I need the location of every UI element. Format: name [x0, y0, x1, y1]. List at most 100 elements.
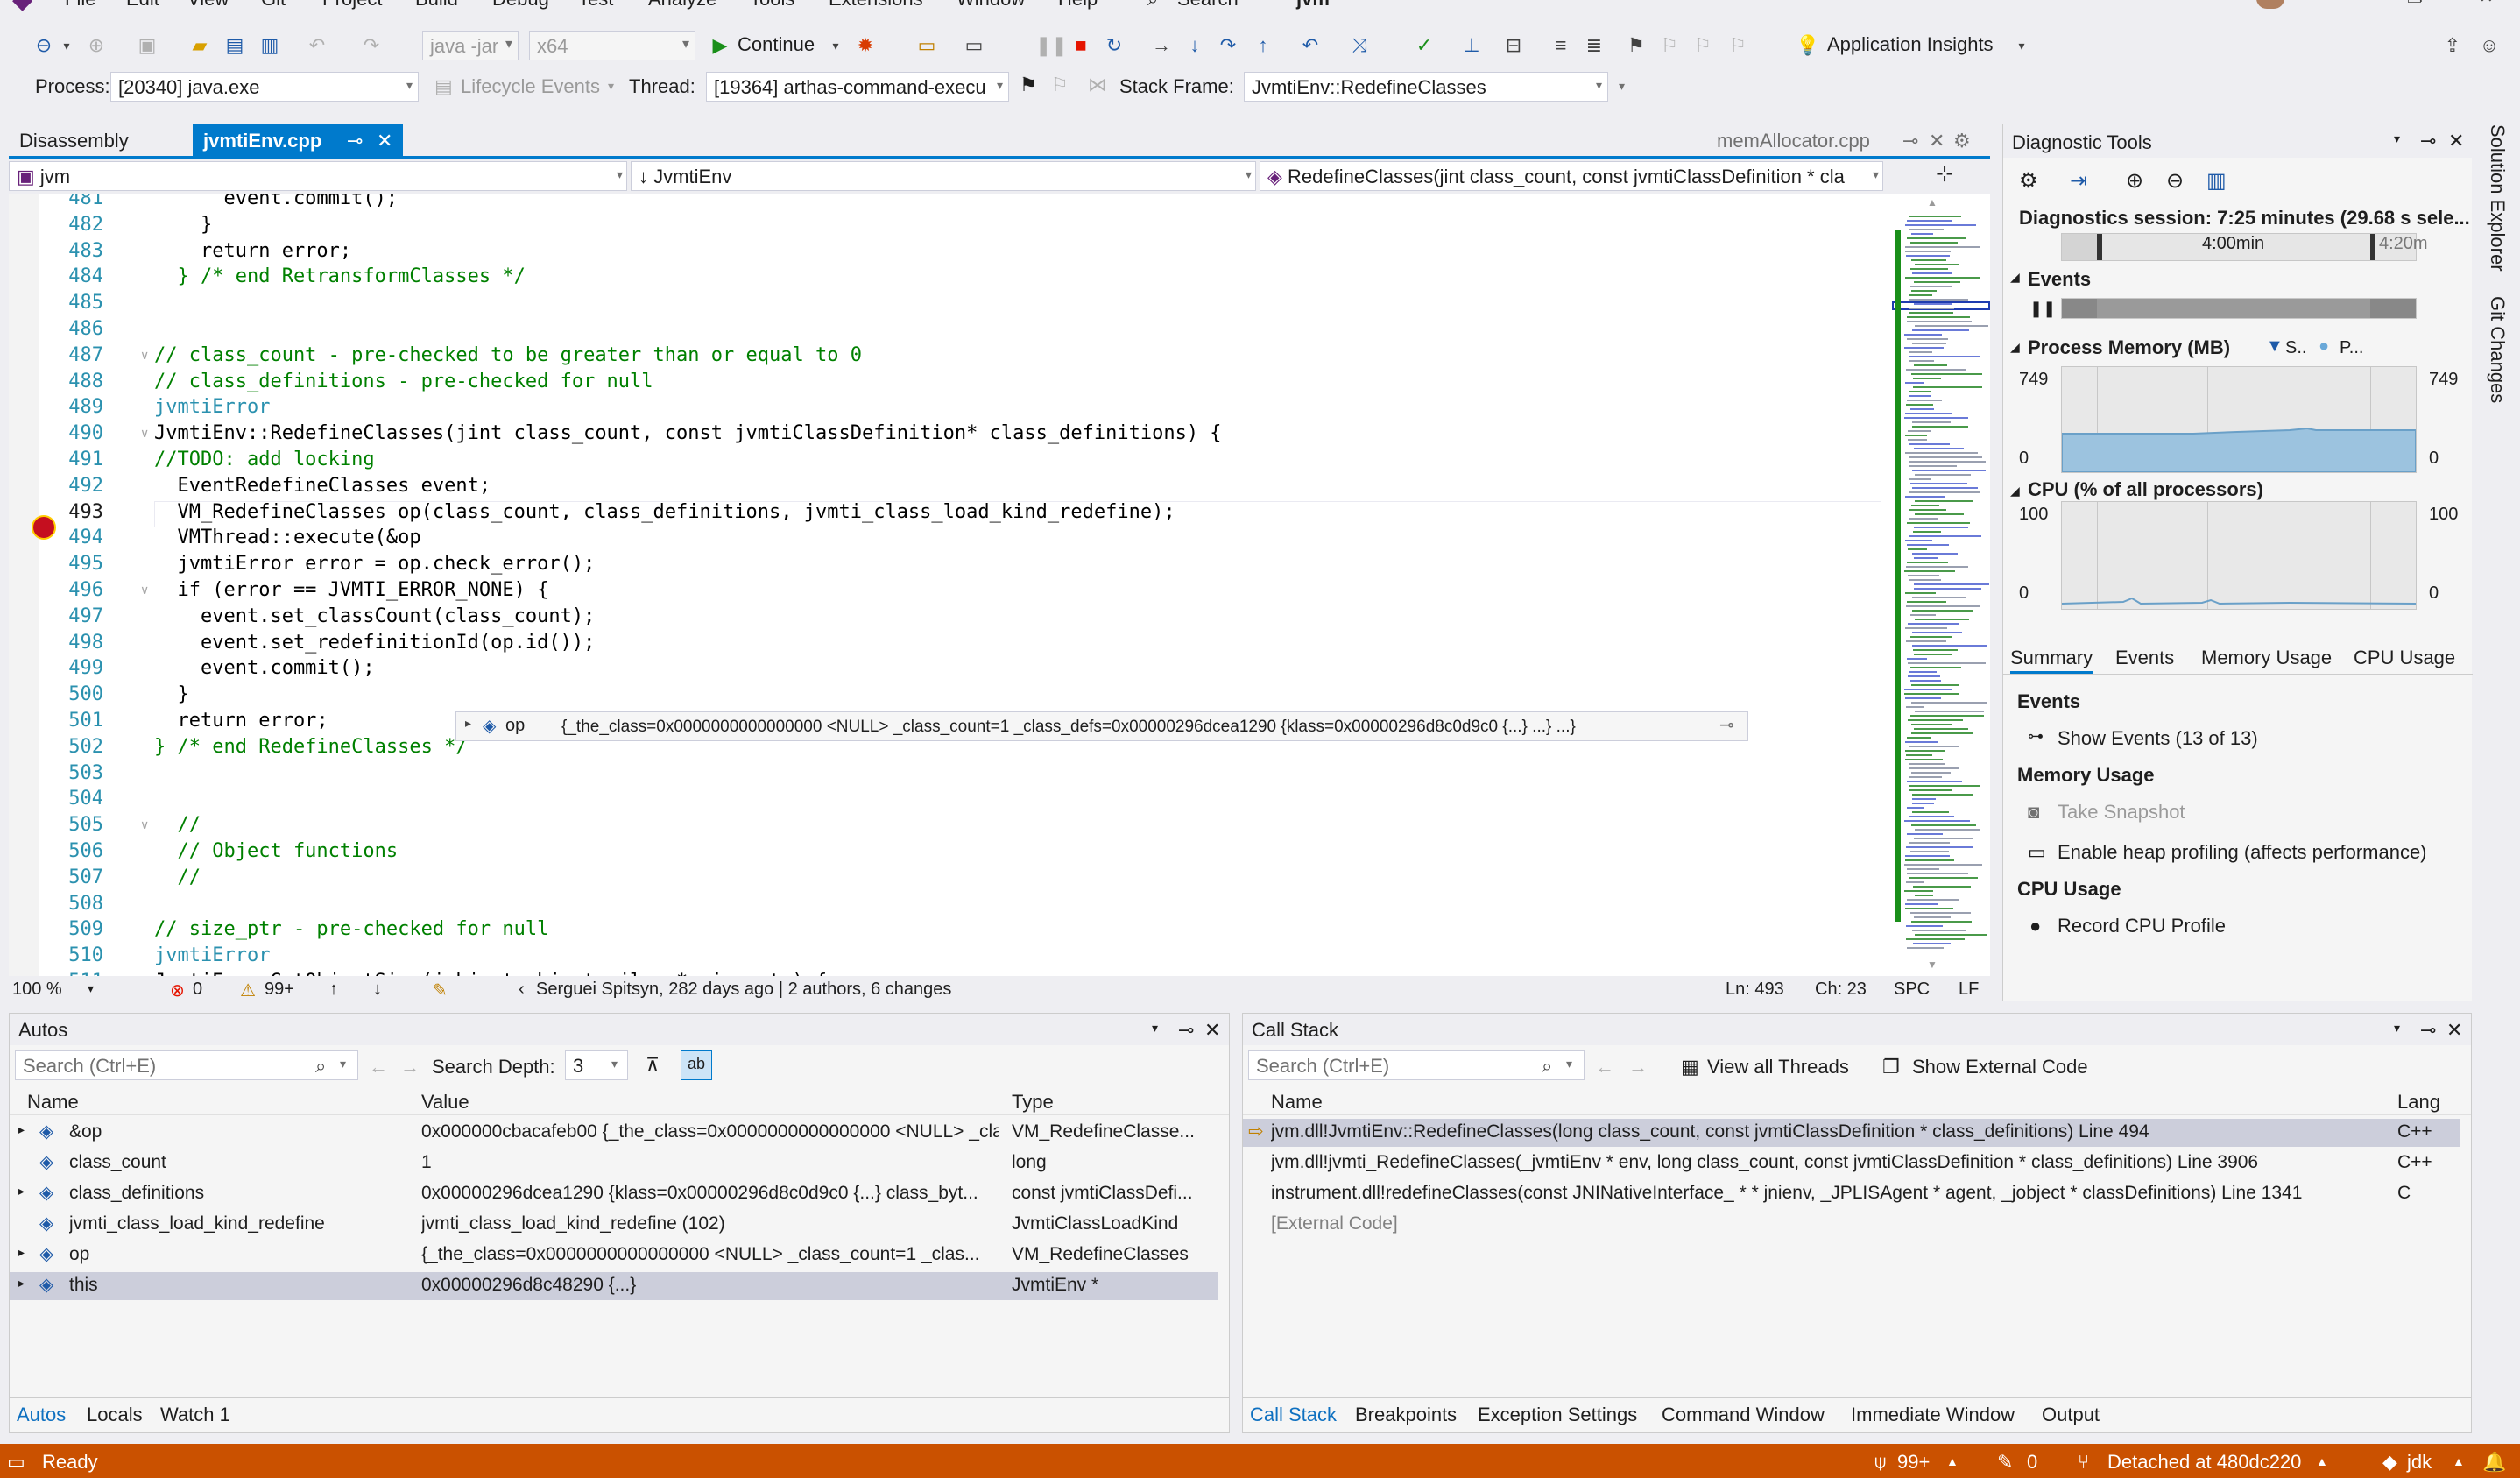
show-events-link[interactable]: Show Events (13 of 13) [2058, 727, 2258, 750]
gear-icon[interactable]: ⚙ [2019, 168, 2038, 194]
tab-output[interactable]: Output [2042, 1404, 2100, 1426]
search-depth-combo[interactable]: 3 ▾ [565, 1050, 628, 1080]
menu-search[interactable]: Search [1177, 0, 1239, 11]
cpu-graph[interactable] [2061, 501, 2417, 610]
take-snapshot-button[interactable]: Take Snapshot [2058, 801, 2185, 824]
expand-icon[interactable]: ▸ [18, 1122, 25, 1137]
code-line[interactable]: EventRedefineClasses event; [154, 475, 491, 497]
search-back-icon[interactable]: ← [1595, 1056, 1614, 1078]
feedback-icon[interactable]: ☺ [2479, 35, 2500, 56]
chevron-down-icon[interactable]: ▾ [2011, 35, 2032, 56]
git-blame-chevron-icon[interactable]: ‹ [519, 979, 525, 1000]
prev-bookmark-icon[interactable]: ⚐ [1659, 35, 1680, 56]
external-code-icon[interactable]: ❐ [1882, 1056, 1900, 1078]
timeline-ruler[interactable]: 4:00min 4:20m [2061, 233, 2428, 261]
code-line[interactable]: } /* end RedefineClasses */ [154, 736, 468, 758]
search-forward-icon[interactable]: → [1628, 1056, 1648, 1078]
pin-icon[interactable]: ⊸ [2420, 130, 2436, 152]
events-track[interactable] [2061, 298, 2417, 319]
threads-icon[interactable]: ▦ [1681, 1056, 1699, 1078]
code-line[interactable]: jvmtiError [154, 396, 270, 418]
tab-exception-settings[interactable]: Exception Settings [1478, 1404, 1637, 1426]
code-line[interactable]: // size_ptr - pre-checked for null [154, 918, 548, 940]
redo-icon[interactable]: ↷ [361, 35, 382, 56]
menu-extensions[interactable]: Extensions [829, 0, 923, 11]
bookmark-icon[interactable]: ⚑ [1626, 35, 1647, 56]
indent-icon[interactable]: ≣ [1584, 35, 1605, 56]
collapse-icon[interactable]: ◢ [2010, 270, 2020, 285]
call-stack-row[interactable]: instrument.dll!redefineClasses(const JNI… [1243, 1180, 2460, 1208]
tab-immediate-window[interactable]: Immediate Window [1851, 1404, 2015, 1426]
code-line[interactable]: return error; [154, 240, 351, 262]
step-over-icon[interactable]: ↷ [1218, 35, 1239, 56]
enable-heap-profiling-link[interactable]: Enable heap profiling (affects performan… [2058, 841, 2427, 864]
current-statement-breakpoint-icon[interactable] [32, 515, 56, 540]
stack-frame-combo[interactable]: JvmtiEnv::RedefineClasses ▾ [1244, 72, 1608, 102]
menu-test[interactable]: Test [578, 0, 613, 11]
outdent-icon[interactable]: ≡ [1550, 35, 1571, 56]
continue-button[interactable]: Continue [738, 33, 815, 56]
flag-all-threads-icon[interactable]: ⚐ [1051, 74, 1069, 96]
chevron-up-icon[interactable]: ▲ [1946, 1454, 1959, 1468]
step-out-icon[interactable]: ↑ [1253, 35, 1274, 56]
code-line[interactable]: // [154, 866, 201, 888]
autos-search-input[interactable]: Search (Ctrl+E) ⌕ ▾ [15, 1050, 358, 1080]
solution-explorer-tab[interactable]: Solution Explorer [2486, 124, 2509, 272]
scope-combo[interactable]: ↓ JvmtiEnv ▾ [631, 161, 1256, 191]
zoom-out-icon[interactable]: ⊖ [2166, 168, 2184, 194]
line-ending-indicator[interactable]: LF [1959, 979, 1979, 1000]
error-icon[interactable]: ⊗ [170, 979, 185, 1001]
autos-value-cell[interactable]: 1 [421, 1152, 999, 1173]
code-line[interactable]: VM_RedefineClasses op(class_count, class… [154, 501, 1175, 523]
notifications-icon[interactable]: 🔔 [2482, 1451, 2506, 1474]
close-icon[interactable]: ✕ [1204, 1019, 1220, 1042]
close-icon[interactable]: ✕ [1929, 130, 1945, 152]
call-stack-search-input[interactable]: Search (Ctrl+E) ⌕ ▾ [1248, 1050, 1585, 1080]
branch-status[interactable]: Detached at 480dc220 [2107, 1451, 2301, 1474]
call-stack-frame-name[interactable]: jvm.dll!jvmti_RedefineClasses(_jvmtiEnv … [1271, 1152, 2383, 1173]
pin-icon[interactable]: ⊸ [1178, 1019, 1194, 1042]
code-line[interactable]: event.commit(); [154, 657, 375, 679]
code-line[interactable]: jvmtiError [154, 944, 270, 966]
chevron-down-icon[interactable]: ▾ [608, 79, 614, 94]
column-header-name[interactable]: Name [1271, 1091, 1323, 1114]
lifecycle-events-button[interactable]: Lifecycle Events [461, 75, 600, 98]
step-back-icon[interactable]: ↶ [1300, 35, 1321, 56]
git-blame-info[interactable]: Serguei Spitsyn, 282 days ago | 2 author… [536, 979, 951, 1000]
toolbar-overflow-icon[interactable]: ▾ [1619, 79, 1625, 94]
column-header-value[interactable]: Value [421, 1091, 469, 1114]
fold-toggle-icon[interactable]: ∨ [140, 583, 154, 598]
autos-value-cell[interactable]: 0x00000296d8c48290 {...} [421, 1275, 999, 1296]
autos-row[interactable]: ◈ jvmti_class_load_kind_redefine jvmti_cla… [10, 1211, 1218, 1239]
expand-icon[interactable]: ▸ [18, 1276, 25, 1291]
collapse-icon[interactable]: ◢ [2010, 340, 2020, 355]
platform-combo[interactable]: x64 ▾ [529, 31, 695, 60]
project-combo[interactable]: ▣ jvm ▾ [9, 161, 627, 191]
chevron-up-icon[interactable]: ▲ [2316, 1454, 2328, 1468]
expand-icon[interactable]: ▸ [18, 1245, 25, 1260]
search-icon[interactable]: ⌕ [1147, 0, 1158, 11]
window-layout-icon[interactable]: ▭ [964, 35, 985, 56]
menu-build[interactable]: Build [415, 0, 458, 11]
fold-toggle-icon[interactable]: ∨ [140, 348, 154, 363]
flag-thread-icon[interactable]: ⚑ [1020, 74, 1037, 96]
call-stack-frame-name[interactable]: jvm.dll!JvmtiEnv::RedefineClasses(long c… [1271, 1121, 2383, 1142]
open-file-icon[interactable]: ▰ [189, 35, 210, 56]
autos-row[interactable]: ▸ ◈ &op 0x000000cbacafeb00 {_the_class=0x00… [10, 1119, 1218, 1147]
pencil-icon[interactable]: ✎ [1997, 1451, 2013, 1474]
view-all-threads-button[interactable]: View all Threads [1707, 1056, 1849, 1078]
new-project-icon[interactable]: ▣ [137, 35, 158, 56]
split-editor-icon[interactable]: ⊹ [1936, 161, 1953, 187]
code-line[interactable]: } /* end RetransformClasses */ [154, 265, 525, 287]
expand-icon[interactable]: ▸ [465, 716, 471, 731]
code-line[interactable]: return error; [154, 710, 328, 732]
tab-call-stack[interactable]: Call Stack [1250, 1404, 1337, 1426]
error-count[interactable]: 0 [193, 979, 202, 1000]
tab-memory-usage[interactable]: Memory Usage [2201, 647, 2332, 669]
menu-project[interactable]: Project [322, 0, 382, 11]
whitespace-indicator[interactable]: SPC [1894, 979, 1930, 1000]
menu-debug[interactable]: Debug [492, 0, 549, 11]
chevron-down-icon[interactable]: ▾ [825, 35, 846, 56]
lifecycle-events-icon[interactable]: ▤ [434, 75, 453, 98]
fold-toggle-icon[interactable]: ∨ [140, 817, 154, 832]
